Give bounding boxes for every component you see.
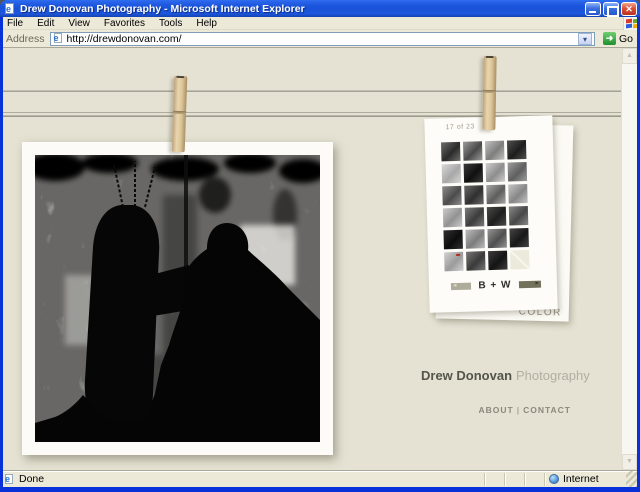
window-border (0, 17, 3, 487)
menu-view[interactable]: View (61, 18, 97, 29)
thumbnail[interactable] (465, 229, 485, 249)
clothespin (482, 56, 496, 130)
menu-file[interactable]: File (0, 18, 30, 29)
web-page-content: COLOR 17 of 23 ◂ B + W ▸ Drew DonovanPho… (3, 48, 621, 470)
thumbnail[interactable] (487, 207, 507, 227)
thumbnail[interactable] (464, 185, 484, 205)
scroll-up-icon[interactable]: ▲ (622, 48, 637, 64)
arrow-left-icon: ◂ (453, 282, 457, 290)
thumbnail[interactable] (488, 251, 508, 271)
thumbnail[interactable] (463, 141, 483, 161)
photo-counter: 17 of 23 (445, 123, 474, 131)
thumbnail[interactable] (465, 207, 485, 227)
maximize-button[interactable] (603, 2, 619, 16)
status-pane (524, 473, 544, 486)
scroll-down-icon[interactable]: ▼ (622, 454, 637, 470)
thumbnail[interactable] (508, 184, 528, 204)
thumbnail[interactable] (442, 164, 462, 184)
thumbnail-empty (510, 250, 530, 270)
brand-name: Drew Donovan (421, 368, 512, 383)
browser-window: e Drew Donovan Photography - Microsoft I… (0, 0, 640, 492)
thumbnail[interactable] (487, 229, 507, 249)
chevron-down-icon[interactable]: ▾ (578, 33, 592, 45)
thumbnail-grid (441, 140, 530, 271)
address-input[interactable]: e http://drewdonovan.com/ ▾ (50, 32, 595, 46)
thumbnail[interactable] (443, 208, 463, 228)
vertical-scrollbar[interactable]: ▲ ▼ (621, 48, 637, 470)
bw-gallery-sheet: 17 of 23 ◂ B + W ▸ (424, 115, 557, 312)
arrow-right-icon: ▸ (535, 280, 539, 288)
status-text: Done (19, 473, 44, 485)
thumbnail[interactable] (464, 163, 484, 183)
status-pane (504, 473, 524, 486)
thumbnail[interactable] (441, 142, 461, 162)
page-icon: e (53, 33, 64, 44)
menu-tools[interactable]: Tools (152, 18, 189, 29)
next-page-button[interactable]: ▸ (519, 281, 541, 289)
done-page-icon: e (4, 474, 15, 485)
status-pane (484, 473, 504, 486)
thumbnail[interactable] (466, 251, 486, 271)
thumbnail[interactable] (509, 206, 529, 226)
address-label: Address (6, 33, 45, 45)
site-brand: Drew DonovanPhotography (421, 368, 571, 383)
thumbnail[interactable] (442, 186, 462, 206)
go-button[interactable]: ➜ Go (599, 30, 637, 47)
site-navigation: ABOUT |CONTACT (421, 405, 571, 415)
clothesline-wire (3, 90, 621, 92)
link-separator: | (517, 405, 520, 415)
thumbnail[interactable] (444, 252, 464, 272)
thumbnail[interactable] (508, 162, 528, 182)
address-bar: Address e http://drewdonovan.com/ ▾ ➜ Go (0, 30, 640, 48)
window-border (0, 487, 640, 492)
boxer-photo-illustration (35, 155, 320, 442)
current-photo-marker (456, 254, 460, 256)
go-arrow-icon: ➜ (603, 32, 616, 45)
menu-edit[interactable]: Edit (30, 18, 61, 29)
security-zone-pane: Internet (544, 473, 626, 486)
thumbnail[interactable] (443, 230, 463, 250)
menu-help[interactable]: Help (189, 18, 224, 29)
clothesline-wire (3, 112, 621, 113)
gallery-navigation: ◂ B + W ▸ (429, 278, 557, 293)
series-label: B + W (471, 279, 519, 291)
menu-favorites[interactable]: Favorites (97, 18, 152, 29)
status-bar: e Done Internet (0, 470, 640, 487)
title-bar: e Drew Donovan Photography - Microsoft I… (0, 0, 640, 17)
ie-page-icon: e (4, 3, 16, 15)
thumbnail[interactable] (509, 228, 529, 248)
thumbnail[interactable] (507, 140, 527, 160)
about-link[interactable]: ABOUT (478, 405, 513, 415)
thumbnail[interactable] (485, 141, 505, 161)
contact-link[interactable]: CONTACT (523, 405, 571, 415)
address-url[interactable]: http://drewdonovan.com/ (67, 33, 578, 45)
featured-photo (22, 142, 333, 455)
window-title: Drew Donovan Photography - Microsoft Int… (20, 3, 585, 15)
thumbnail[interactable] (486, 185, 506, 205)
minimize-button[interactable] (585, 2, 601, 16)
prev-page-button[interactable]: ◂ (451, 283, 471, 291)
brand-suffix: Photography (516, 368, 590, 383)
zone-label: Internet (563, 473, 599, 485)
internet-globe-icon (549, 474, 559, 484)
menu-bar: File Edit View Favorites Tools Help (0, 17, 640, 30)
thumbnail[interactable] (486, 163, 506, 183)
clothespin (172, 76, 188, 152)
close-button[interactable]: ✕ (621, 2, 637, 16)
